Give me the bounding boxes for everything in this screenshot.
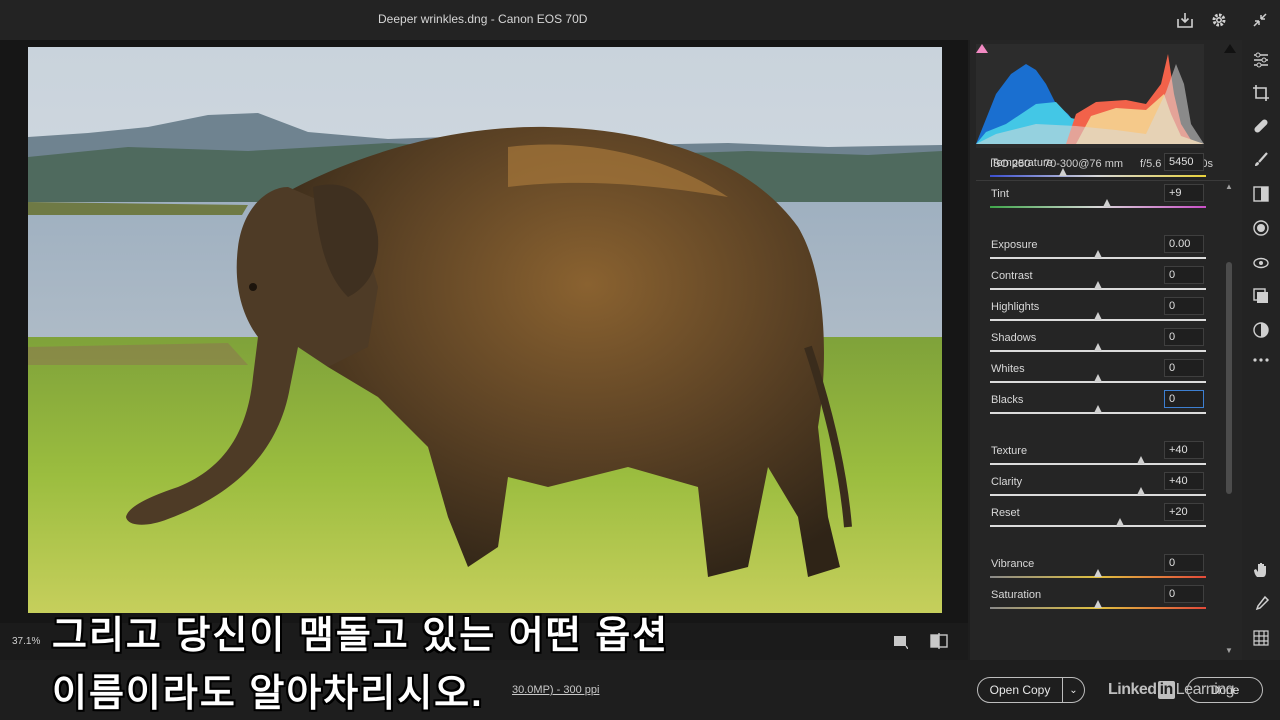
slider-saturation[interactable]: Saturation 0 (990, 585, 1206, 619)
raw-editor-window: Deeper wrinkles.dng - Canon EOS 70D 37.1… (0, 0, 1280, 720)
slider-exposure[interactable]: Exposure 0.00 (990, 235, 1206, 269)
slider-handle[interactable] (1137, 456, 1146, 464)
slider-handle[interactable] (1059, 168, 1068, 176)
slider-whites[interactable]: Whites 0 (990, 359, 1206, 393)
snapshots-icon[interactable] (1251, 286, 1271, 306)
slider-value-input[interactable]: 0 (1164, 297, 1204, 315)
tool-strip (1242, 40, 1280, 660)
red-eye-icon[interactable] (1251, 252, 1271, 272)
slider-temperature[interactable]: Temperature 5450 (990, 153, 1206, 187)
elephant-photo[interactable] (28, 47, 942, 613)
crop-icon[interactable] (1251, 83, 1271, 103)
highlight-clipping-icon[interactable] (1224, 44, 1236, 53)
slider-handle[interactable] (1094, 600, 1102, 608)
slider-label: Shadows (991, 332, 1037, 344)
title-bar: Deeper wrinkles.dng - Canon EOS 70D (0, 0, 1280, 40)
panel-scrollbar[interactable] (1226, 262, 1232, 494)
slider-label: Vibrance (991, 558, 1035, 570)
slider-label: Exposure (991, 239, 1038, 251)
slider-label: Highlights (991, 301, 1040, 313)
slider-reset[interactable]: Reset +20 (990, 503, 1206, 537)
slider-value-input[interactable]: 0 (1164, 390, 1204, 408)
histogram (976, 44, 1204, 148)
slider-value-input[interactable]: 0 (1164, 266, 1204, 284)
slider-shadows[interactable]: Shadows 0 (990, 328, 1206, 362)
slider-label: Texture (991, 445, 1028, 457)
linear-gradient-icon[interactable] (1251, 184, 1271, 204)
image-viewer[interactable]: 37.1% (0, 40, 968, 660)
edit-panel: ISO 250 70-300@76 mm f/5.6 1/200s ▲ ▼ Te… (970, 40, 1242, 660)
slider-track[interactable] (990, 463, 1206, 465)
slider-label: Whites (991, 363, 1025, 375)
slider-highlights[interactable]: Highlights 0 (990, 297, 1206, 331)
slider-handle[interactable] (1137, 487, 1146, 495)
slider-value-input[interactable]: +20 (1164, 503, 1204, 521)
scroll-up-icon[interactable]: ▲ (1224, 182, 1234, 192)
slider-value-input[interactable]: 0 (1164, 554, 1204, 572)
presets-icon[interactable] (1251, 320, 1271, 340)
slider-value-input[interactable]: +9 (1164, 184, 1204, 202)
slider-handle[interactable] (1094, 405, 1102, 413)
save-icon[interactable] (1174, 9, 1196, 31)
chevron-down-icon: ⌄ (1069, 684, 1078, 696)
slider-value-input[interactable]: 0 (1164, 359, 1204, 377)
slider-label: Temperature (991, 157, 1053, 169)
slider-track[interactable] (990, 206, 1206, 208)
slider-clarity[interactable]: Clarity +40 (990, 472, 1206, 506)
open-options-dropdown[interactable]: ⌄ (1063, 677, 1085, 703)
linkedin-learning-logo: Linked in Learning (1108, 681, 1235, 699)
workflow-options-link[interactable]: 30.0MP) - 300 ppi (512, 684, 599, 696)
slider-value-input[interactable]: +40 (1164, 472, 1204, 490)
subtitle-line-1: 그리고 당신이 맴돌고 있는 어떤 옵션 (52, 615, 670, 657)
slider-handle[interactable] (1115, 518, 1124, 526)
slider-handle[interactable] (1102, 199, 1111, 207)
slider-label: Saturation (991, 589, 1042, 601)
slider-value-input[interactable]: +40 (1164, 441, 1204, 459)
slider-label: Contrast (991, 270, 1033, 282)
brush-icon[interactable] (1251, 150, 1271, 170)
healing-icon[interactable] (1251, 116, 1271, 136)
subtitle-line-2: 이름이라도 알아차리시오. (52, 673, 484, 715)
slider-handle[interactable] (1094, 343, 1102, 351)
slider-label: Blacks (991, 394, 1024, 406)
slider-contrast[interactable]: Contrast 0 (990, 266, 1206, 300)
slider-value-input[interactable]: 5450 (1164, 153, 1204, 171)
slider-texture[interactable]: Texture +40 (990, 441, 1206, 475)
zoom-level[interactable]: 37.1% (12, 636, 40, 647)
slider-handle[interactable] (1094, 312, 1102, 320)
slider-label: Reset (991, 507, 1020, 519)
shadow-clipping-icon[interactable] (976, 44, 988, 53)
slider-label: Tint (991, 188, 1009, 200)
before-after-icon[interactable] (930, 633, 948, 649)
slider-track[interactable] (990, 175, 1206, 177)
grid-icon[interactable] (1251, 628, 1271, 648)
crop-toggle-icon[interactable] (892, 633, 910, 650)
slider-handle[interactable] (1094, 250, 1102, 258)
hand-icon[interactable] (1251, 560, 1271, 580)
eyedropper-icon[interactable] (1251, 594, 1271, 614)
radial-gradient-icon[interactable] (1251, 218, 1271, 238)
edit-sliders-icon[interactable] (1251, 50, 1271, 70)
open-copy-button[interactable]: Open Copy (977, 677, 1063, 703)
slider-vibrance[interactable]: Vibrance 0 (990, 554, 1206, 588)
slider-track[interactable] (990, 525, 1206, 527)
slider-track[interactable] (990, 494, 1206, 496)
slider-label: Clarity (991, 476, 1023, 488)
slider-handle[interactable] (1094, 374, 1102, 382)
slider-blacks[interactable]: Blacks 0 (990, 390, 1206, 424)
scroll-down-icon[interactable]: ▼ (1224, 646, 1234, 656)
window-title: Deeper wrinkles.dng - Canon EOS 70D (378, 12, 588, 26)
more-options-icon[interactable] (1251, 350, 1271, 370)
slider-tint[interactable]: Tint +9 (990, 184, 1206, 218)
slider-value-input[interactable]: 0 (1164, 328, 1204, 346)
slider-handle[interactable] (1094, 281, 1102, 289)
gear-icon[interactable] (1208, 9, 1230, 31)
slider-value-input[interactable]: 0.00 (1164, 235, 1204, 253)
collapse-icon[interactable] (1249, 9, 1271, 31)
slider-handle[interactable] (1094, 569, 1102, 577)
slider-value-input[interactable]: 0 (1164, 585, 1204, 603)
